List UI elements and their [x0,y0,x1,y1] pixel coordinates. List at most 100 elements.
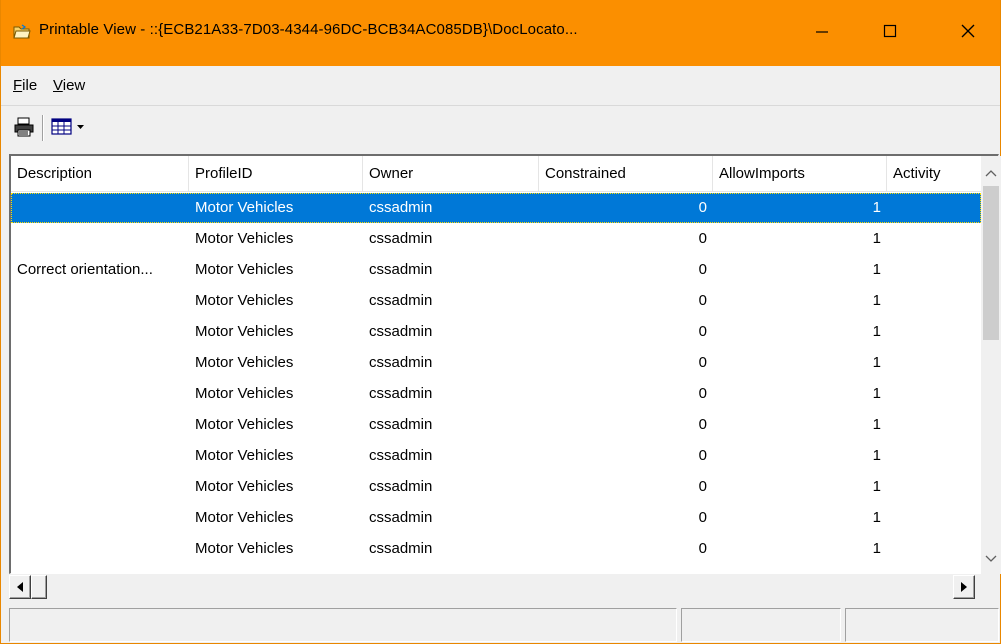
cell-profileid: Motor Vehicles [195,447,294,464]
records-list-view[interactable]: Description ProfileID Owner Constrained … [9,154,1001,576]
table-row[interactable]: Motor Vehicles cssadmin 0 1 [11,441,981,471]
table-row[interactable]: Motor Vehicles cssadmin 0 1 [11,348,981,378]
cell-description [17,193,191,223]
scroll-right-button[interactable] [953,575,975,599]
menu-view-hotkey: V [53,77,63,94]
cell-description [17,224,191,254]
grid-view-icon[interactable] [51,117,73,137]
table-row[interactable]: Motor Vehicles cssadmin 0 1 [11,286,981,316]
table-row[interactable]: Motor Vehicles cssadmin 0 1 [11,534,981,564]
status-panel-right [845,608,999,642]
printer-icon[interactable] [13,117,35,137]
scroll-left-button[interactable] [9,575,31,599]
cell-description [17,410,191,440]
table-row[interactable]: Motor Vehicles cssadmin 0 1 [11,472,981,502]
cell-description [17,286,191,316]
menu-bar: File View [1,66,1000,106]
vertical-scrollbar[interactable] [981,156,1001,574]
cell-allowimports: 1 [872,540,881,557]
cell-owner: cssadmin [369,354,433,371]
title-bar[interactable]: Printable View - ::{ECB21A33-7D03-4344-9… [1,0,1000,66]
maximize-icon [883,24,897,38]
cell-owner: cssadmin [369,230,433,247]
window-title: Printable View - ::{ECB21A33-7D03-4344-9… [39,21,578,38]
column-header-owner[interactable]: Owner [363,156,539,192]
cell-allowimports: 1 [872,354,881,371]
cell-profileid: Motor Vehicles [195,509,294,526]
cell-allowimports: 1 [872,509,881,526]
column-header-constrained[interactable]: Constrained [539,156,713,192]
cell-description [17,317,191,347]
cell-allowimports: 1 [872,447,881,464]
cell-constrained: 0 [698,261,707,278]
cell-owner: cssadmin [369,447,433,464]
cell-constrained: 0 [698,199,707,216]
status-panel-middle [681,608,841,642]
cell-profileid: Motor Vehicles [195,478,294,495]
cell-allowimports: 1 [872,323,881,340]
cell-description [17,348,191,378]
vertical-scroll-thumb[interactable] [983,186,999,340]
table-row[interactable]: Motor Vehicles cssadmin 0 1 [11,410,981,440]
scroll-down-button[interactable] [981,548,1001,570]
cell-owner: cssadmin [369,292,433,309]
column-header-description[interactable]: Description [11,156,189,192]
horizontal-scroll-thumb[interactable] [31,575,47,599]
cell-owner: cssadmin [369,261,433,278]
table-row[interactable]: Motor Vehicles cssadmin 0 1 [11,379,981,409]
menu-file-hotkey: F [13,77,23,94]
cell-allowimports: 1 [872,385,881,402]
status-bar [1,604,1000,643]
column-header-allowimports[interactable]: AllowImports [713,156,887,192]
cell-description [17,441,191,471]
cell-allowimports: 1 [872,261,881,278]
cell-profileid: Motor Vehicles [195,261,294,278]
table-row[interactable]: Motor Vehicles cssadmin 0 1 [11,317,981,347]
table-row[interactable]: Motor Vehicles cssadmin 0 1 [11,193,981,223]
cell-owner: cssadmin [369,385,433,402]
minimize-button[interactable] [799,14,845,50]
maximize-button[interactable] [867,14,913,50]
cell-profileid: Motor Vehicles [195,292,294,309]
cell-owner: cssadmin [369,416,433,433]
cell-description [17,379,191,409]
table-row[interactable]: Motor Vehicles cssadmin 0 1 [11,224,981,254]
cell-description [17,534,191,564]
cell-allowimports: 1 [872,230,881,247]
list-rows: Motor Vehicles cssadmin 0 1 Motor Vehicles cs… [11,193,981,576]
folder-open-icon [13,24,31,39]
list-header: Description ProfileID Owner Constrained … [11,156,981,192]
cell-constrained: 0 [698,323,707,340]
dropdown-arrow-icon[interactable] [77,124,85,130]
cell-allowimports: 1 [872,292,881,309]
cell-profileid: Motor Vehicles [195,199,294,216]
menu-file[interactable]: File [13,77,37,94]
cell-constrained: 0 [698,509,707,526]
printable-view-window: Printable View - ::{ECB21A33-7D03-4344-9… [0,0,1001,644]
menu-file-label: ile [22,77,38,94]
cell-description: Correct orientation... [17,261,153,278]
column-header-activity[interactable]: Activity [887,156,981,192]
cell-owner: cssadmin [369,478,433,495]
cell-profileid: Motor Vehicles [195,323,294,340]
cell-profileid: Motor Vehicles [195,416,294,433]
toolbar [1,107,1000,147]
minimize-icon [816,31,828,33]
arrow-right-icon [961,582,967,592]
status-panel-main [9,608,677,642]
close-button[interactable] [945,14,991,50]
cell-constrained: 0 [698,385,707,402]
table-row[interactable]: Motor Vehicles cssadmin 0 1 [11,503,981,533]
cell-description [17,503,191,533]
table-row[interactable]: Correct orientation... Motor Vehicles cssa… [11,255,981,285]
horizontal-scrollbar[interactable] [9,575,999,599]
column-header-profileid[interactable]: ProfileID [189,156,363,192]
cell-constrained: 0 [698,478,707,495]
cell-constrained: 0 [698,447,707,464]
cell-owner: cssadmin [369,509,433,526]
menu-view[interactable]: View [53,77,85,94]
scrollbar-corner [977,575,999,599]
menu-view-label: iew [62,77,86,94]
cell-constrained: 0 [698,230,707,247]
scroll-up-button[interactable] [981,162,1001,184]
